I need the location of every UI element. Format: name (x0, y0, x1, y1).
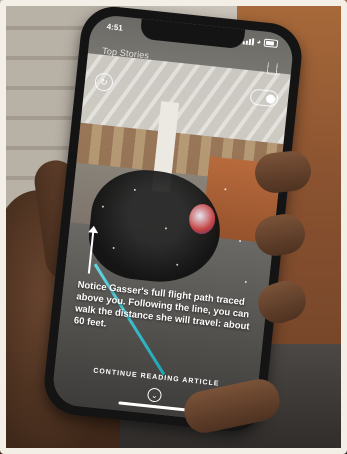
status-icons: ◕ (242, 36, 279, 48)
top-stories-link[interactable]: Top Stories (102, 46, 150, 61)
signal-icon (242, 37, 255, 45)
toggle-knob (265, 93, 276, 104)
phone-notch (139, 18, 246, 50)
toggle-icon[interactable] (249, 88, 279, 108)
status-time: 4:51 (106, 21, 124, 33)
phone-screen: 4:51 ◕ Top Stories ↻ Notice Gasser's ful… (51, 13, 295, 425)
share-icon[interactable] (266, 62, 278, 76)
battery-icon (263, 38, 279, 48)
wifi-icon: ◕ (256, 38, 262, 46)
photo-scene: 4:51 ◕ Top Stories ↻ Notice Gasser's ful… (0, 0, 347, 454)
